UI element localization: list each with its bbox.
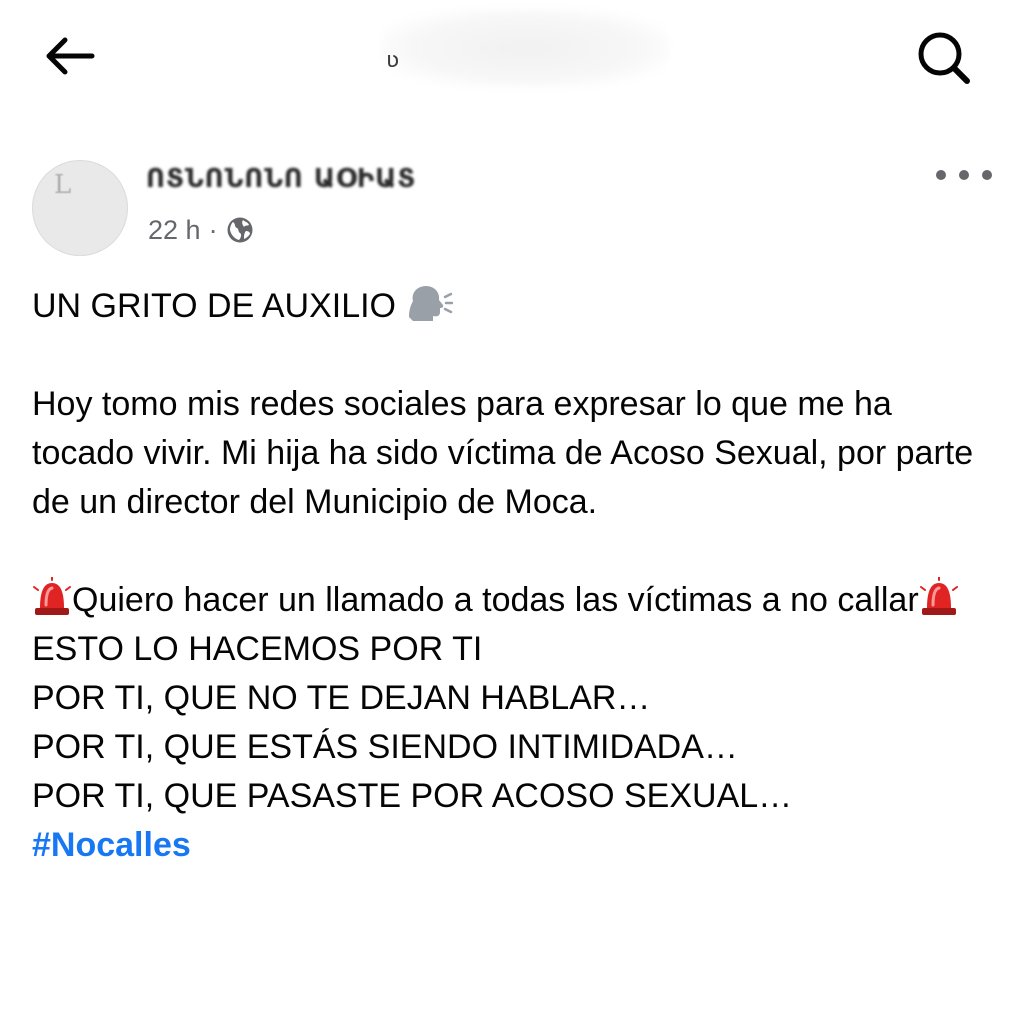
search-icon [918,32,970,84]
hashtag-link[interactable]: #Nocalles [32,826,191,864]
police-light-icon [33,577,71,615]
meta-separator: · [208,214,218,245]
post-time[interactable]: 22 h [148,215,201,246]
page-title-blurred [380,8,670,88]
police-light-icon [919,577,958,615]
more-options-button[interactable] [936,160,992,190]
post-line: POR TI, QUE PASASTE POR ACOSO SEXUAL… [32,777,793,815]
avatar[interactable]: L [32,160,128,256]
author-name[interactable]: ՈՏՆՈՆՈՆՈ ԱՕԻԱՏ [146,164,416,194]
globe-icon[interactable] [226,216,254,244]
post-line: ESTO LO HACEMOS POR TI [32,630,483,668]
post-line: POR TI, QUE NO TE DEJAN HABLAR… [32,679,651,717]
back-button[interactable] [38,30,100,82]
call-paragraph: Quiero hacer un llamado a todas las víct… [32,576,982,625]
more-dots-icon [959,170,969,180]
post-title-line: UN GRITO DE AUXILIO [32,282,982,331]
call-text: Quiero hacer un llamado a todas las víct… [72,581,919,619]
page-title: ʋ [386,48,400,73]
search-button[interactable] [908,26,980,90]
avatar-logo-icon: L [54,170,72,200]
post-title: UN GRITO DE AUXILIO [32,287,397,325]
post-text: UN GRITO DE AUXILIO Hoy tomo mis redes s… [32,282,982,870]
post-paragraph: Hoy tomo mis redes sociales para expresa… [32,385,974,521]
arrow-left-icon [46,37,95,75]
more-dots-icon [982,170,992,180]
post-line: POR TI, QUE ESTÁS SIENDO INTIMIDADA… [32,728,738,766]
top-bar: ʋ [0,0,1013,120]
more-dots-icon [936,170,946,180]
speaking-head-icon [409,286,454,321]
post-meta: 22 h · [148,212,254,248]
